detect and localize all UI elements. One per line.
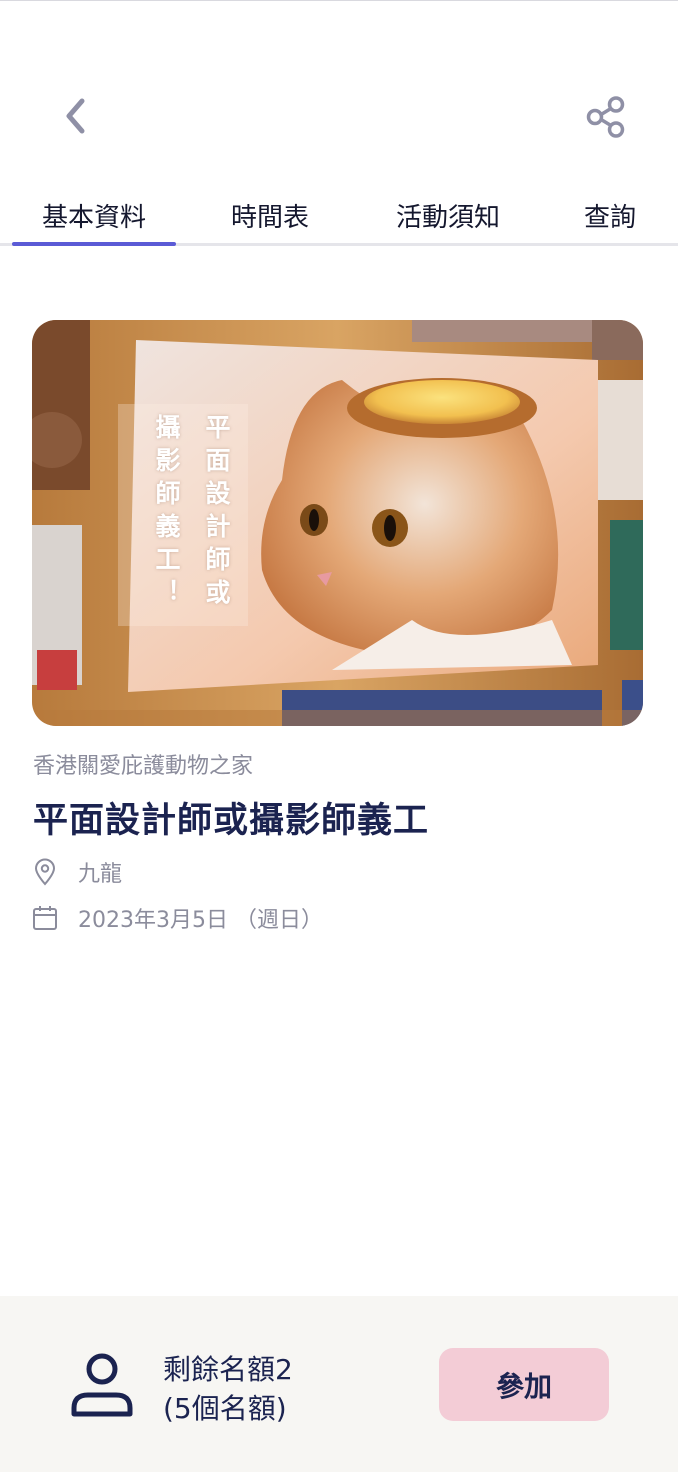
hero-caption-line-2: 攝影師義工！ (152, 414, 181, 612)
tab-basic-info[interactable]: 基本資料 (12, 188, 176, 242)
user-icon (70, 1352, 134, 1418)
organizer-name[interactable]: 香港關愛庇護動物之家 (33, 748, 253, 780)
total-quota: (5個名額) (163, 1392, 287, 1425)
date-text: 2023年3月5日 （週日） (78, 908, 323, 933)
tab-bar: 基本資料 時間表 活動須知 查詢 (0, 188, 678, 246)
tab-enquiry[interactable]: 查詢 (560, 188, 660, 242)
map-pin-icon (32, 858, 58, 886)
join-button[interactable]: 參加 (439, 1348, 609, 1421)
top-divider (0, 0, 678, 1)
chevron-left-icon (66, 98, 85, 134)
active-tab-indicator (12, 242, 176, 246)
calendar-icon (32, 904, 58, 932)
event-title: 平面設計師或攝影師義工 (33, 801, 430, 841)
back-button[interactable] (54, 92, 98, 140)
hero-caption-line-1: 平面設計師或 (202, 414, 231, 612)
share-icon (586, 96, 625, 138)
date-row: 2023年3月5日 （週日） (32, 902, 323, 934)
share-button[interactable] (580, 92, 632, 142)
tab-schedule[interactable]: 時間表 (190, 188, 350, 242)
location-text: 九龍 (78, 862, 123, 887)
location-row: 九龍 (32, 856, 122, 888)
remaining-quota: 剩餘名額2 (163, 1353, 293, 1386)
tab-event-notes[interactable]: 活動須知 (364, 188, 532, 242)
hero-caption-panel: 平面設計師或 攝影師義工！ (118, 404, 248, 626)
